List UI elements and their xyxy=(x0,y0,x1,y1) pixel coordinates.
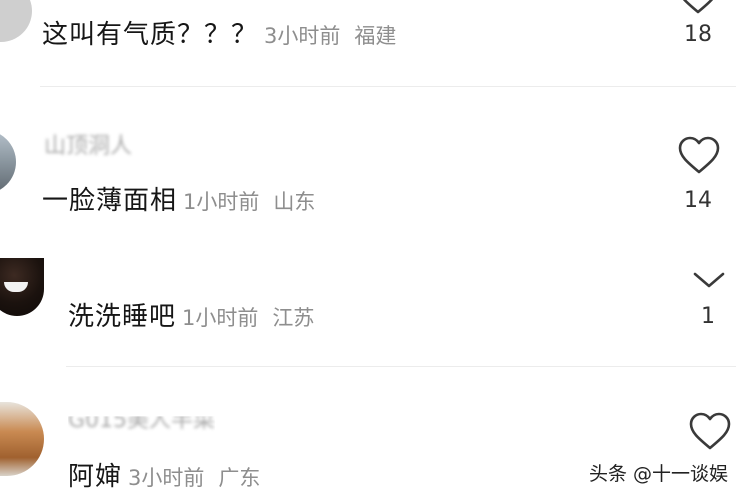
username[interactable]: G015美人半菜 xyxy=(68,416,215,434)
comment-time: 3小时前 xyxy=(264,24,341,48)
comment-text: 洗洗睡吧 xyxy=(68,302,177,332)
comment-location: 福建 xyxy=(354,24,397,48)
heart-outline-icon[interactable] xyxy=(677,136,721,176)
like-count: 18 xyxy=(684,22,712,47)
comment-body: 阿婶 3小时前 广东 xyxy=(68,456,260,493)
divider xyxy=(66,366,736,367)
comment-body: 这叫有气质？？？ 3小时前 福建 xyxy=(42,14,396,51)
heart-outline-icon[interactable] xyxy=(688,412,732,452)
comment-meta: 3小时前 广东 xyxy=(128,466,260,490)
avatar[interactable] xyxy=(0,402,44,476)
avatar-smile xyxy=(4,282,28,292)
chevron-down-icon[interactable] xyxy=(692,270,726,290)
comment-body: 一脸薄面相 1小时前 山东 xyxy=(42,180,315,217)
like-count: 14 xyxy=(684,188,712,213)
comment-text: 阿婶 xyxy=(68,462,123,492)
comment-meta: 1小时前 山东 xyxy=(183,190,315,214)
comment-body: 洗洗睡吧 1小时前 江苏 xyxy=(68,296,314,333)
comment-location: 广东 xyxy=(218,466,261,490)
username[interactable]: 山顶洞人 xyxy=(44,128,132,160)
comment-meta: 1小时前 江苏 xyxy=(182,306,314,330)
comment-text: 这叫有气质？？？ xyxy=(42,20,259,50)
watermark: 头条 @十一谈娱 xyxy=(588,463,728,485)
comment-location: 山东 xyxy=(273,190,316,214)
heart-outline-icon[interactable] xyxy=(676,0,720,16)
like-count: 1 xyxy=(701,304,715,329)
comment-time: 1小时前 xyxy=(182,306,259,330)
avatar[interactable] xyxy=(0,258,44,316)
divider xyxy=(40,86,736,87)
comment-time: 3小时前 xyxy=(128,466,205,490)
comment-meta: 3小时前 福建 xyxy=(264,24,396,48)
avatar[interactable] xyxy=(0,0,32,42)
avatar[interactable] xyxy=(0,130,16,194)
comment-location: 江苏 xyxy=(272,306,315,330)
comment-text: 一脸薄面相 xyxy=(42,186,178,216)
comment-time: 1小时前 xyxy=(183,190,260,214)
